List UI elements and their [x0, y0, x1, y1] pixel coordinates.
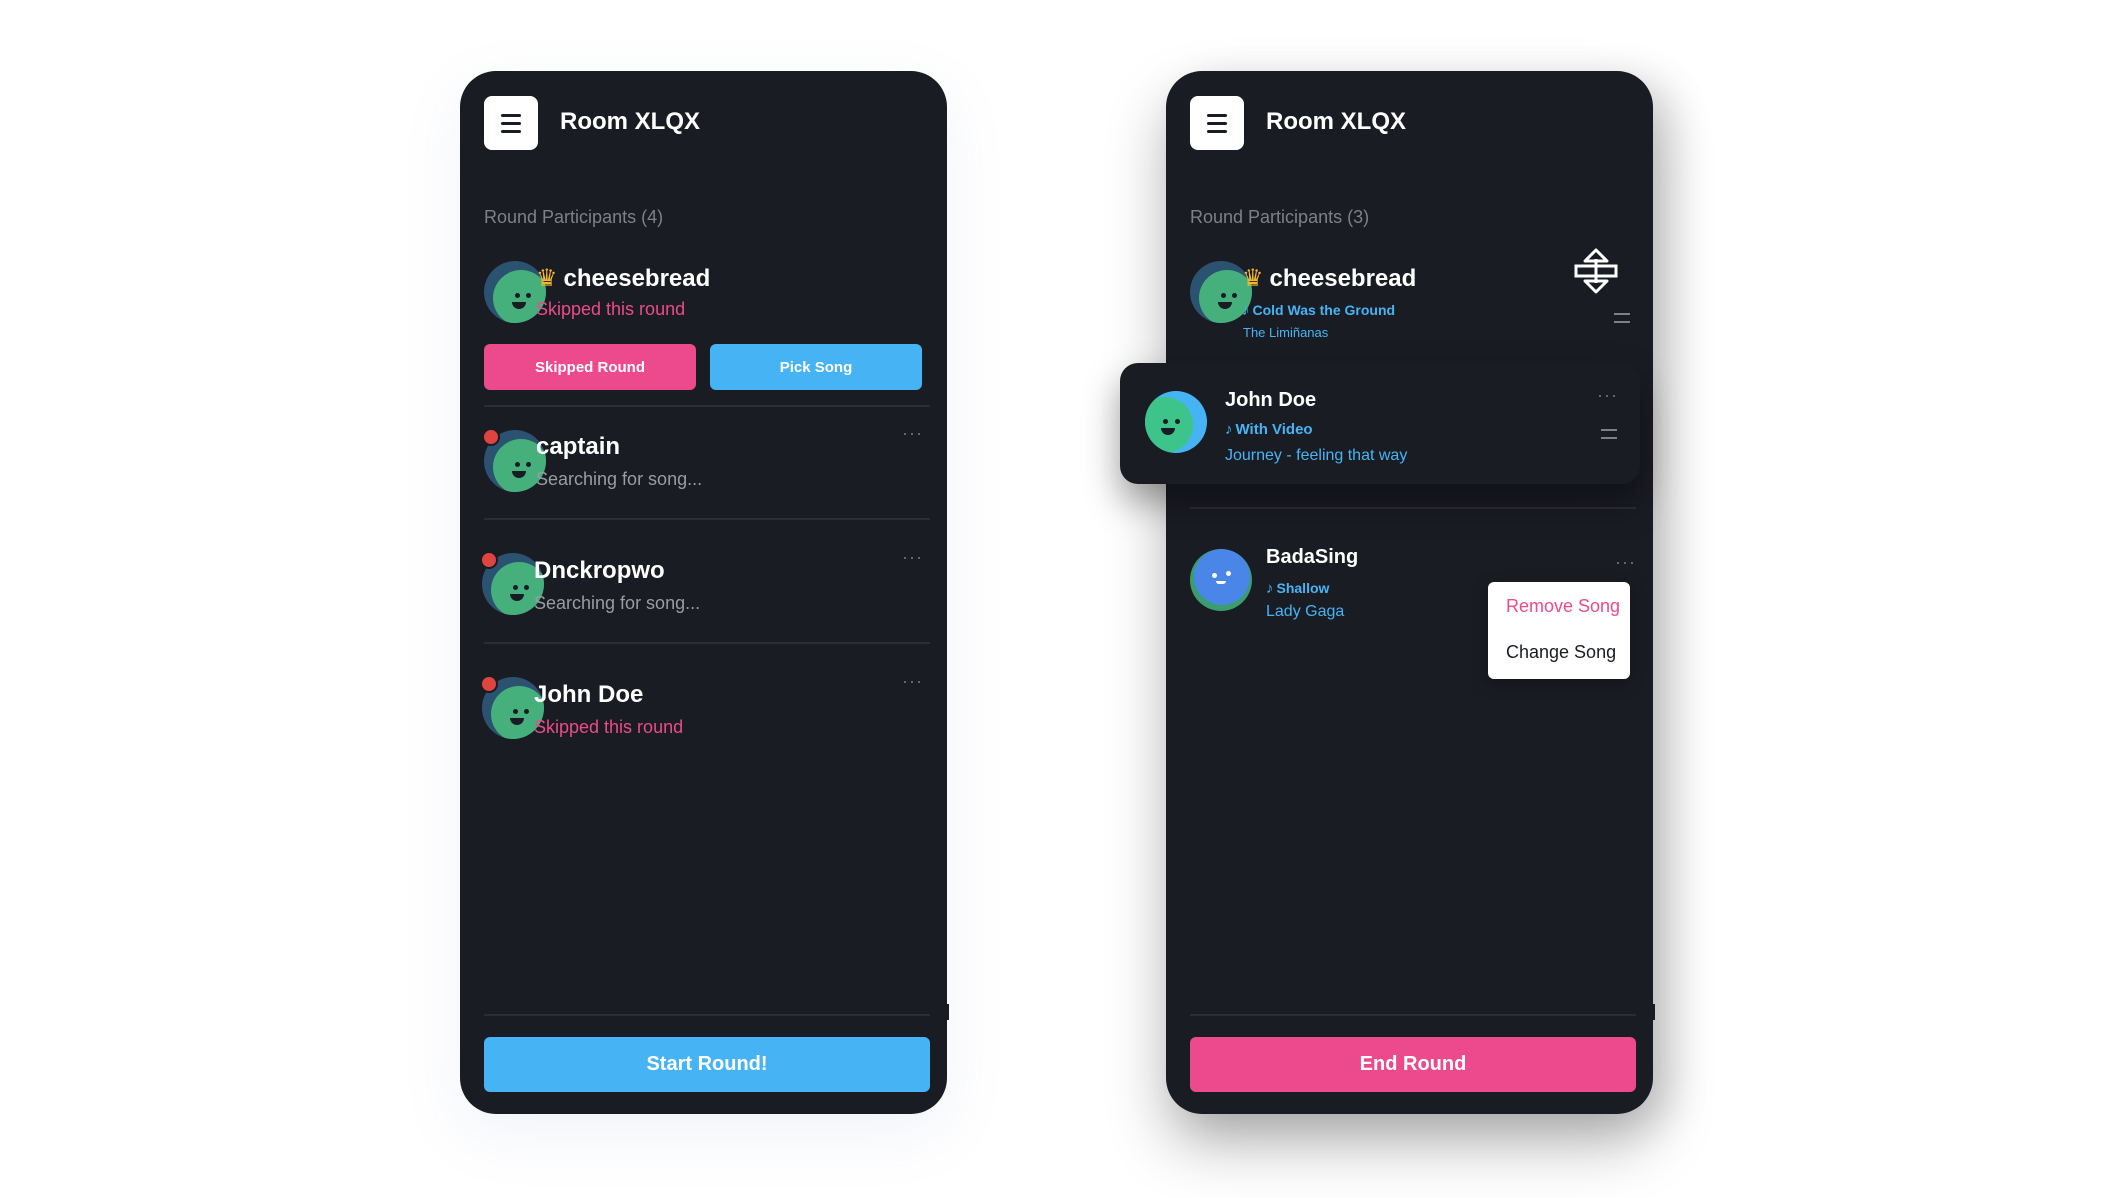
status-dot [480, 675, 498, 693]
menu-button[interactable] [1190, 96, 1244, 150]
divider [1190, 1014, 1636, 1016]
music-note-icon: ♪ [1242, 302, 1250, 319]
more-icon[interactable]: ··· [902, 671, 923, 692]
divider [484, 405, 930, 407]
song-title: ♪ With Video [1225, 421, 1313, 438]
more-icon[interactable]: ··· [902, 547, 923, 568]
song-artist: Journey - feeling that way [1225, 447, 1408, 464]
menu-icon [1207, 113, 1227, 117]
participant-name: John Doe [534, 681, 644, 708]
skipped-round-button[interactable]: Skipped Round [484, 344, 696, 390]
participant-name: ♛ cheesebread [1242, 265, 1417, 292]
remove-song-item[interactable]: Remove Song [1506, 596, 1620, 617]
song-title: ♪ Shallow [1266, 580, 1330, 597]
participant-status: Skipped this round [534, 717, 684, 737]
song-title: ♪ Cold Was the Ground [1242, 302, 1396, 319]
room-title: Room XLQX [560, 108, 701, 135]
drag-handle-icon[interactable] [1601, 429, 1617, 439]
section-title: Round Participants (3) [1190, 207, 1370, 227]
participant-count: (3) [1347, 207, 1370, 227]
participant-status: Searching for song... [536, 469, 703, 489]
drag-handle-icon[interactable] [1614, 313, 1630, 323]
participant-name: ♛ cheesebread [536, 265, 711, 292]
change-song-item[interactable]: Change Song [1506, 642, 1616, 663]
room-title: Room XLQX [1266, 108, 1407, 135]
participant-name: BadaSing [1266, 546, 1359, 568]
participant-count: (4) [641, 207, 664, 227]
more-icon[interactable]: ··· [1597, 385, 1618, 406]
song-options-menu: Remove Song Change Song [1488, 582, 1630, 679]
more-icon[interactable]: ··· [902, 423, 923, 444]
divider [484, 642, 930, 644]
music-note-icon: ♪ [1266, 580, 1274, 597]
participant-status: Searching for song... [534, 593, 701, 613]
divider [484, 1014, 930, 1016]
song-artist: The Limiñanas [1243, 325, 1329, 340]
room-screen-left: Room XLQX Round Participants (4) ♛ cheese… [460, 71, 949, 1114]
participant-name: John Doe [1225, 389, 1317, 411]
menu-icon [501, 113, 521, 117]
crown-icon: ♛ [536, 265, 558, 292]
start-round-button[interactable]: Start Round! [484, 1037, 930, 1092]
more-icon[interactable]: ··· [1615, 552, 1636, 573]
song-artist: Lady Gaga [1266, 603, 1345, 620]
music-note-icon: ♪ [1225, 421, 1233, 438]
status-dot [480, 551, 498, 569]
end-round-button[interactable]: End Round [1190, 1037, 1636, 1092]
avatar [1190, 549, 1252, 611]
menu-button[interactable] [484, 96, 538, 150]
participant-name: captain [536, 433, 621, 460]
section-title: Round Participants (4) [484, 207, 664, 227]
status-dot [482, 428, 500, 446]
participant-status: Skipped this round [536, 299, 686, 319]
participant-name: Dnckropwo [534, 557, 665, 584]
crown-icon: ♛ [1242, 265, 1264, 292]
dragged-participant-card[interactable]: John Doe ♪ With Video Journey - feeling t… [1120, 363, 1640, 484]
divider [1190, 507, 1636, 509]
divider [484, 518, 930, 520]
pick-song-button[interactable]: Pick Song [710, 344, 922, 390]
move-cursor-icon [1574, 248, 1618, 294]
avatar [1145, 391, 1207, 453]
